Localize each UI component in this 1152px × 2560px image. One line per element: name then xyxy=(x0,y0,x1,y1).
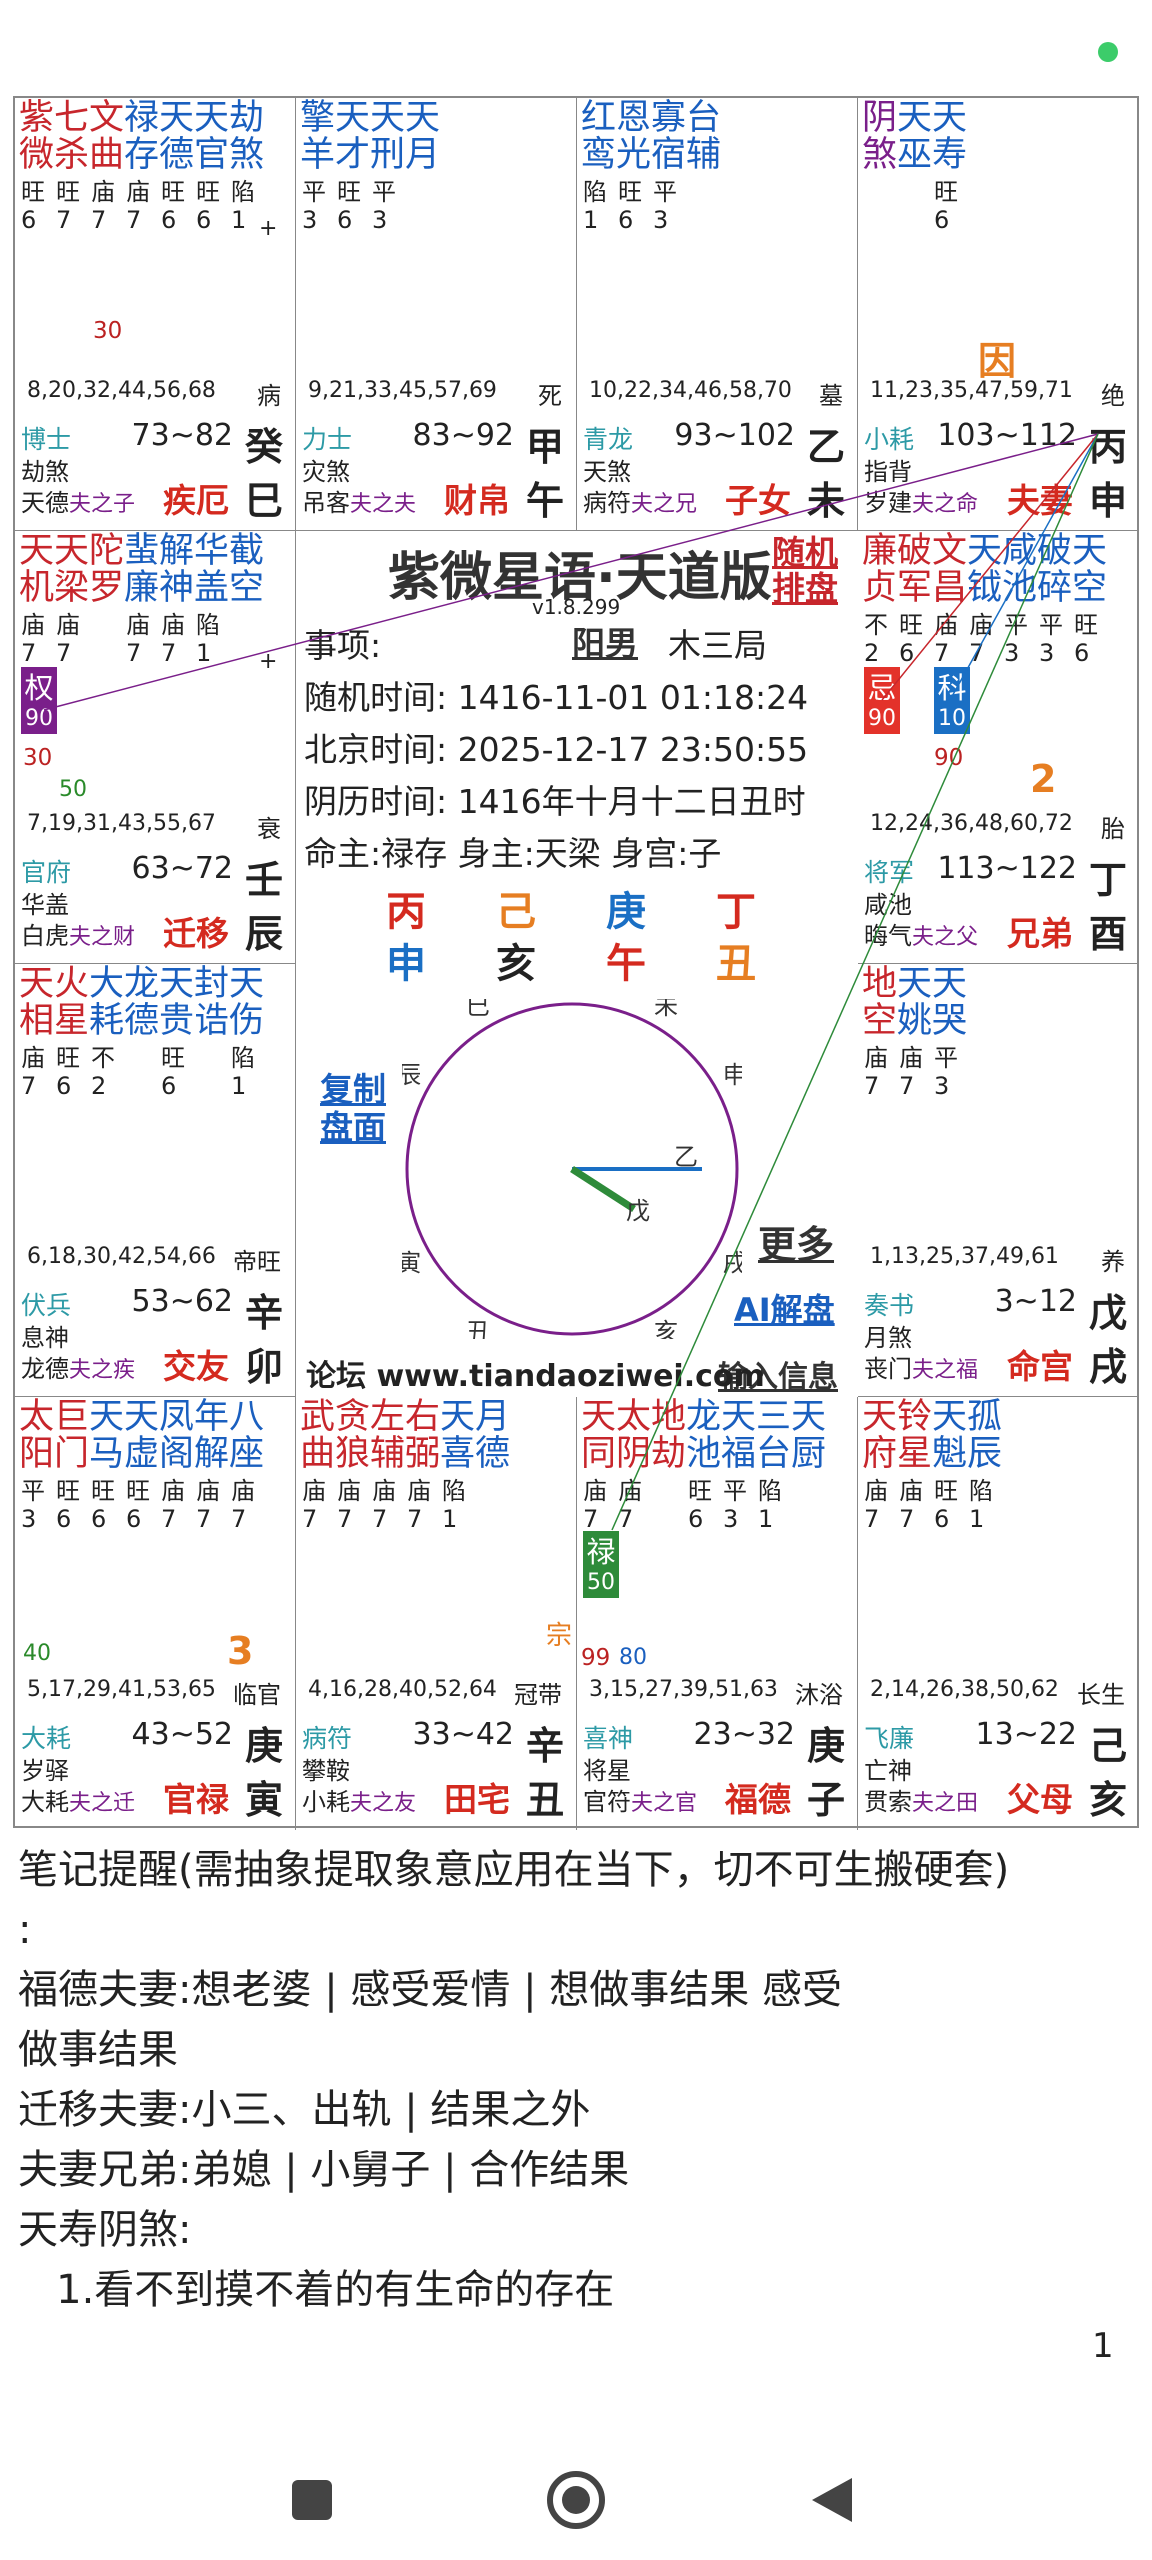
note-line: 天寿阴煞: xyxy=(18,2207,192,2253)
page-number: 1 xyxy=(1092,2326,1114,2366)
note-line: 1.看不到摸不着的有生命的存在 xyxy=(18,2267,615,2313)
home-button[interactable] xyxy=(547,2471,605,2529)
note-line: 做事结果 xyxy=(18,2027,178,2073)
note-line: 夫妻兄弟:弟媳 | 小舅子 | 合作结果 xyxy=(18,2147,630,2193)
recents-button[interactable] xyxy=(292,2480,332,2520)
back-button[interactable] xyxy=(812,2478,852,2522)
note-line: 福德夫妻:想老婆 | 感受爱情 | 想做事结果 感受 xyxy=(18,1967,843,2013)
note-line: 笔记提醒(需抽象提取象意应用在当下，切不可生搬硬套) xyxy=(18,1847,1010,1893)
notes-panel: 笔记提醒(需抽象提取象意应用在当下，切不可生搬硬套): 福德夫妻:想老婆 | 感受… xyxy=(18,1840,1128,2320)
note-line: 迁移夫妻:小三、出轨 | 结果之外 xyxy=(18,2087,591,2133)
note-line: : xyxy=(18,1907,32,1953)
system-navbar xyxy=(292,2471,852,2529)
